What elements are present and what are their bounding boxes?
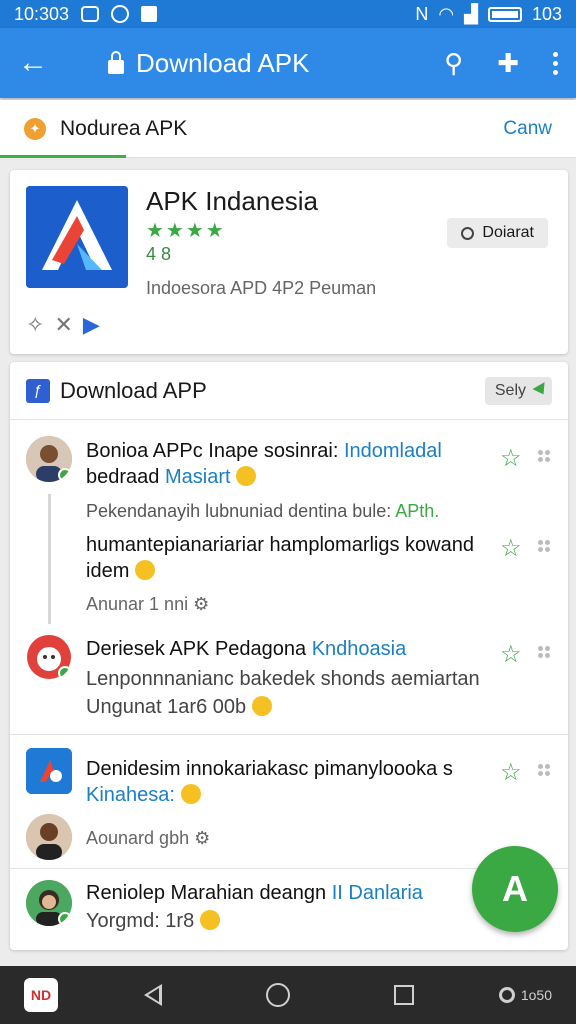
puzzle-extension-icon[interactable]: ✚ [497,48,519,79]
emoji-icon [251,696,272,716]
download-button-label: Doiarat [482,224,534,241]
favorite-star-icon[interactable]: ☆ [500,640,522,669]
list-item-text[interactable]: Deriesek APK Pedagona Kndhoasia [86,636,496,662]
nav-recents-icon[interactable] [394,985,414,1005]
sort-dropdown[interactable]: Sely [484,376,552,405]
avatar[interactable] [26,880,72,926]
list-item-text[interactable]: Reniolep Marahian deangn II Danlaria [86,880,486,906]
image-notification-icon [141,6,158,22]
list-item-subtext: Pekendanayih lubnuniad dentina bule: APt… [86,501,440,521]
avatar[interactable] [26,814,72,860]
app-actions: ✧ ✕ ▶ [26,312,100,338]
status-time: 10:303 [14,3,70,24]
gear-icon: ⚙ [194,828,211,848]
list-title: Download APP [60,377,207,403]
list-item-text[interactable]: humantepianariariar hamplomarligs kowand… [86,532,496,584]
drag-handle-icon[interactable] [538,646,550,658]
emoji-icon [199,910,220,930]
list-item-text[interactable]: Bonioa APPc Inape sosinrai: Indomladal b… [86,438,496,490]
app-thumbnail[interactable] [26,748,72,794]
list-item-meta: Yorgmd: 1r8 [86,910,220,933]
app-bar: ← Download APK ⚲ ✚ [0,28,576,98]
apk-fab-button[interactable]: A [472,846,558,932]
tab-apk[interactable]: Nodurea APK [60,117,187,141]
play-notification-icon [81,6,100,22]
drag-handle-icon[interactable] [538,764,550,776]
gear-icon: ⚙ [193,594,210,614]
list-item-meta: Aounard gbh ⚙ [86,828,211,848]
emoji-icon [236,466,257,486]
app-subtitle: Indoesora APD 4P2 Peuman [146,278,377,298]
battery-level: 103 [531,3,562,24]
page-title: Download APK [136,47,310,78]
drag-handle-icon[interactable] [538,540,550,552]
signal-icon: ▟ [464,3,478,24]
nfc-icon: N [415,3,429,24]
ring-icon [498,987,515,1003]
emoji-icon [134,560,155,580]
tab-indicator [0,155,126,158]
nav-home-icon[interactable] [266,983,290,1007]
download-button[interactable]: Doiarat [447,218,548,248]
system-nav-bar: ND 1o50 [0,966,576,1024]
battery-icon [487,6,522,22]
favorite-star-icon[interactable]: ☆ [500,534,522,563]
search-icon[interactable]: ⚲ [444,48,463,79]
app-rating-stars: ★★★★ [146,220,226,242]
nav-back-icon[interactable] [144,984,162,1006]
close-icon[interactable]: ✕ [54,312,72,338]
more-options-icon[interactable] [553,51,558,75]
favorite-star-icon[interactable]: ☆ [500,444,522,473]
clock-notification-icon [111,5,130,23]
search-icon [461,226,475,240]
cancel-button[interactable]: Canw [503,118,552,140]
status-bar: 10:303 N ◠ ▟ 103 [0,0,576,28]
divider [10,734,568,735]
wifi-icon: ◠ [438,3,455,24]
list-item-subtext: Lenponnnanianc bakedek shonds aemiartan [86,668,480,690]
list-item-meta: Anunar 1 nni ⚙ [86,594,210,614]
nav-extra[interactable]: 1o50 [498,987,552,1003]
list-item-meta: Ungunat 1ar6 00b [86,696,272,719]
avatar[interactable] [26,436,72,482]
drag-handle-icon[interactable] [538,450,550,462]
tab-bar: ✦ Nodurea APK Canw [0,100,576,158]
tab-app-icon: ✦ [24,117,46,140]
avatar[interactable] [26,634,72,680]
app-logo[interactable] [26,186,128,288]
flag-icon[interactable]: ▶ [83,312,100,338]
favorite-star-icon[interactable]: ☆ [500,758,522,787]
app-rating-value: 4 8 [146,244,172,264]
list-item-text[interactable]: Denidesim innokariakasc pimanyloooka s K… [86,756,496,808]
back-arrow-icon[interactable]: ← [18,46,58,80]
app-info-card: APK Indanesia ★★★★ 4 8 Indoesora APD 4P2… [10,170,568,354]
lock-icon [108,51,124,74]
puzzle-icon[interactable]: ✧ [26,312,44,338]
list-header-icon: ƒ [26,378,50,403]
thread-line [48,494,51,624]
app-shortcut-icon[interactable]: ND [24,978,58,1012]
app-name: APK Indanesia [146,186,319,216]
list-header: ƒ Download APP Sely [10,362,568,420]
emoji-icon [180,784,201,804]
